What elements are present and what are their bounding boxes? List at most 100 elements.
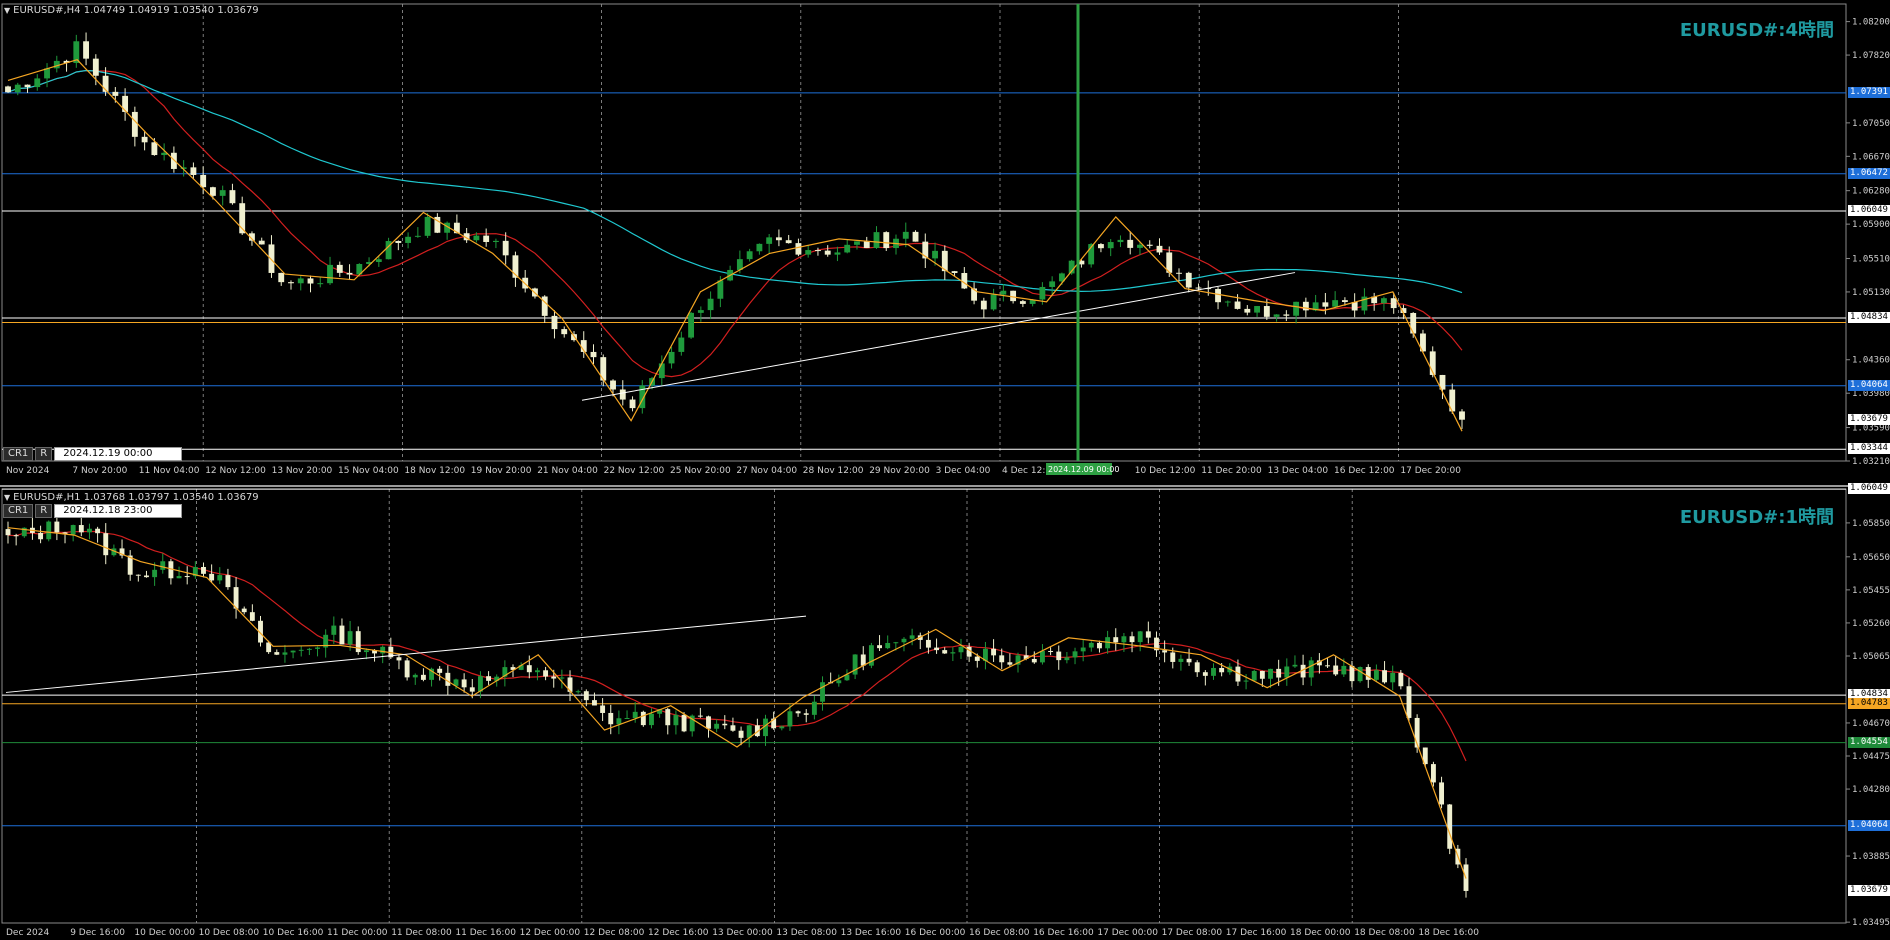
h4-candle-body xyxy=(1146,244,1153,246)
h1-time-tick-label: 9 Dec 16:00 xyxy=(70,928,125,938)
h4-candle-body xyxy=(83,41,89,59)
h1-candle-body xyxy=(722,723,728,726)
h4-candle-body xyxy=(756,243,763,252)
h4-candle-body xyxy=(414,235,421,237)
h4-price-level-tag: 1.07391 xyxy=(1848,86,1890,98)
h4-candle-body xyxy=(1283,314,1290,316)
h1-candle-body xyxy=(380,646,386,654)
h4-candle-body xyxy=(34,78,41,88)
h1-candle-body xyxy=(225,575,231,588)
h4-candle-body xyxy=(492,240,499,242)
h1-candle-body xyxy=(583,691,589,701)
h1-candle-body xyxy=(697,715,703,717)
h4-candle-body xyxy=(697,310,704,313)
h1-time-tick-label: Dec 2024 xyxy=(6,928,49,938)
h1-time-tick-label: 13 Dec 08:00 xyxy=(776,928,837,938)
h1-time-tick-label: 17 Dec 08:00 xyxy=(1162,928,1223,938)
h1-time-tick-label: 16 Dec 08:00 xyxy=(969,928,1030,938)
h4-time-tick-label: 17 Dec 20:00 xyxy=(1400,466,1461,476)
h1-candle-body xyxy=(860,654,866,666)
h4-ma-short-line xyxy=(7,69,1463,378)
h4-time-tick-label: 22 Nov 12:00 xyxy=(604,466,665,476)
h1-candle-body xyxy=(38,532,44,540)
h4-chart-pane[interactable]: Nov 2024 7 Nov 20:00 11 Nov 04:00 12 Nov 12… xyxy=(0,0,1890,485)
h4-time-tick-label: 28 Nov 12:00 xyxy=(803,466,864,476)
h4-candle-body xyxy=(863,241,870,248)
h1-candle-body xyxy=(404,660,410,678)
h4-candle-body xyxy=(1410,312,1417,334)
h1-candle-body xyxy=(1259,670,1265,679)
h1-candle-body xyxy=(1137,631,1143,643)
h4-time-tick-label: 3 Dec 04:00 xyxy=(936,466,991,476)
h1-price-tick-label: 1.04475 xyxy=(1852,752,1890,762)
h4-r-label[interactable]: R xyxy=(35,447,53,461)
h4-candle-body xyxy=(1185,272,1192,288)
h4-price-tick-label: 1.04360 xyxy=(1852,356,1890,366)
h1-candle-body xyxy=(934,647,940,651)
h1-time-tick-label: 18 Dec 16:00 xyxy=(1418,928,1479,938)
h4-time-tick-label: 10 Dec 12:00 xyxy=(1135,466,1196,476)
h4-candle-body xyxy=(151,142,158,156)
h1-candle-body xyxy=(974,656,980,661)
h4-watermark: EURUSD#:4時間 xyxy=(1679,20,1834,41)
h1-candle-body xyxy=(640,711,646,726)
h4-candle-body xyxy=(473,235,480,241)
h1-candle-body xyxy=(437,668,443,673)
h1-candle-body xyxy=(1349,665,1355,682)
collapse-triangle-icon[interactable]: ▼ xyxy=(4,493,10,502)
h4-time-tick-label: 15 Nov 04:00 xyxy=(338,466,399,476)
h1-candle-body xyxy=(144,575,149,578)
h4-time-tick-label: 13 Nov 20:00 xyxy=(272,466,333,476)
h4-candle-body xyxy=(1332,300,1339,307)
h1-chart-canvas[interactable]: Dec 2024 9 Dec 16:00 10 Dec 00:00 10 Dec 08… xyxy=(0,487,1890,940)
h1-candle-body xyxy=(632,711,638,719)
h4-candle-body xyxy=(795,243,802,255)
collapse-triangle-icon[interactable]: ▼ xyxy=(4,6,10,15)
h1-candle-body xyxy=(885,642,891,649)
h1-candle-body xyxy=(1292,664,1298,667)
h4-candle-body xyxy=(483,235,490,242)
h1-candle-body xyxy=(298,649,304,651)
h1-time-tick-label: 13 Dec 00:00 xyxy=(712,928,773,938)
h1-candle-body xyxy=(1129,636,1135,643)
h1-candle-body xyxy=(877,645,882,649)
h4-candle-body xyxy=(1273,314,1280,317)
h1-candle-body xyxy=(445,672,451,686)
h1-price-tick-label: 1.03885 xyxy=(1852,852,1890,862)
h4-candle-body xyxy=(200,174,207,188)
h4-candle-body xyxy=(1176,272,1182,274)
h1-candle-body xyxy=(1162,650,1168,653)
h4-candle-body xyxy=(1039,286,1046,300)
h1-r-label[interactable]: R xyxy=(35,504,53,518)
h1-candle-body xyxy=(209,573,215,581)
h1-candle-body xyxy=(1398,672,1404,687)
h1-candle-body xyxy=(5,529,11,536)
h1-time-tick-label: 10 Dec 08:00 xyxy=(199,928,260,938)
h4-cr-label[interactable]: CR1 xyxy=(3,447,34,461)
h4-candle-body xyxy=(395,241,402,243)
h4-price-tick-label: 1.05130 xyxy=(1852,288,1890,298)
h4-chart-canvas[interactable]: Nov 2024 7 Nov 20:00 11 Nov 04:00 12 Nov 12… xyxy=(0,0,1890,485)
h1-cr-label[interactable]: CR1 xyxy=(3,504,34,518)
h1-candle-body xyxy=(1333,665,1339,675)
h4-candle-body xyxy=(258,240,265,245)
h4-time-tick-label: Nov 2024 xyxy=(6,466,50,476)
h4-candle-body xyxy=(1107,242,1114,249)
h1-candle-body xyxy=(217,575,223,581)
h1-candle-body xyxy=(1439,782,1445,805)
h1-candle-body xyxy=(787,711,793,727)
h1-price-tick-label: 1.05850 xyxy=(1852,519,1890,529)
h1-candle-body xyxy=(803,713,809,715)
h4-candle-body xyxy=(14,84,21,93)
h1-time-tick-label: 12 Dec 16:00 xyxy=(648,928,709,938)
h1-chart-pane[interactable]: Dec 2024 9 Dec 16:00 10 Dec 00:00 10 Dec 08… xyxy=(0,483,1890,940)
h1-candle-body xyxy=(551,676,557,679)
h4-candle-body xyxy=(1156,245,1163,253)
h4-candle-body xyxy=(844,244,851,253)
h1-candle-body xyxy=(1064,657,1070,661)
h1-candle-body xyxy=(616,718,622,725)
h1-candle-body xyxy=(1040,650,1045,663)
h1-candle-body xyxy=(1056,651,1062,661)
h1-candle-body xyxy=(412,674,418,678)
h4-candle-body xyxy=(1000,290,1007,295)
